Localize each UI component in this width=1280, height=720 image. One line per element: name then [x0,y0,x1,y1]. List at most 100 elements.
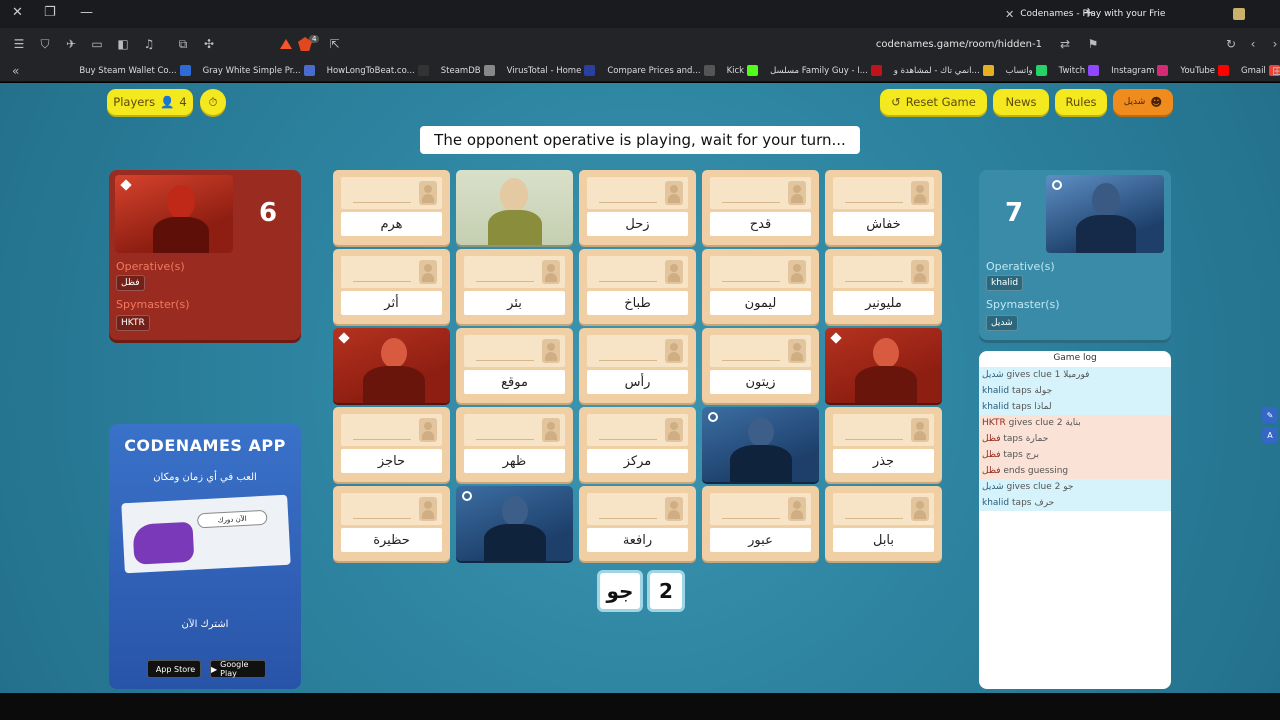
bookmark-item[interactable]: YouTube [1180,65,1229,76]
word-card[interactable]: حاجز [333,407,450,482]
word-card[interactable]: قدح [702,170,819,245]
word-card[interactable]: رافعة [579,486,696,561]
close-tab-icon[interactable]: ✕ [1005,8,1014,21]
word-card[interactable]: طباخ [579,249,696,324]
music-icon[interactable]: ♫ [142,37,156,51]
red-diamond-icon [830,332,842,344]
game-log-panel[interactable]: Game log شديل gives clue فورميلا 1 khali… [979,351,1171,689]
reload-icon[interactable]: ↻ [1224,37,1238,51]
log-who: khalid [982,402,1010,412]
word-card[interactable]: موقع [456,328,573,403]
reset-icon: ↺ [891,95,901,109]
log-entry: شديل gives clue فورميلا 1 [979,367,1171,383]
bookmark-item[interactable]: انمي تاك - لمشاهدة و... [894,65,994,76]
bookmark-item[interactable]: SteamDB [441,65,495,76]
players-button[interactable]: Players 👤 4 [107,89,193,115]
log-action: gives clue [1008,418,1054,428]
bookmark-label: Gmail [1241,65,1266,76]
word-card[interactable]: خفاش [825,170,942,245]
red-spymaster-chip[interactable]: HKTR [116,315,150,331]
log-entry: khalid taps لماذا [979,399,1171,415]
word-card[interactable]: هرم [333,170,450,245]
rules-button[interactable]: Rules [1055,89,1107,115]
forward-icon[interactable]: › [1268,37,1280,51]
active-tab[interactable]: ✕ Codenames - Play with your Frie [1005,4,1245,24]
address-bar[interactable]: 4 ⇱ codenames.game/room/hidden-1 ⇄ [272,32,1072,56]
bookmark-item[interactable]: Kick [727,65,759,76]
shield-icon[interactable]: ⛉ [38,37,52,52]
promo-cta[interactable]: اشترك الآن [109,619,301,630]
red-agent-card[interactable] [333,328,450,403]
word-card[interactable]: عبور [702,486,819,561]
blue-agent-card[interactable] [702,407,819,482]
log-detail: لماذا [1034,402,1052,412]
bookmark-item[interactable]: Twitch [1059,65,1100,76]
red-agent-card[interactable] [825,328,942,403]
brave-rewards-icon[interactable] [280,39,292,49]
translate-ext-icon[interactable]: ✎ [1262,407,1278,423]
user-menu-button[interactable]: شديل ☻ [1113,89,1173,115]
red-operative-chip[interactable]: فظل [116,275,145,291]
word-card[interactable]: أثر [333,249,450,324]
bystander-card[interactable] [456,170,573,245]
log-who: khalid [982,498,1010,508]
card-word: زيتون [710,370,811,394]
bookmark-favicon-icon [303,65,315,76]
bookmark-item[interactable]: Buy Steam Wallet Co... [79,65,191,76]
word-card[interactable]: ليمون [702,249,819,324]
bookmark-favicon-icon [1157,65,1169,76]
blue-operative-chip[interactable]: khalid [986,275,1024,291]
word-card[interactable]: زيتون [702,328,819,403]
bookmark-icon[interactable]: ⚑ [1086,37,1100,51]
word-card[interactable]: بابل [825,486,942,561]
blue-spymaster-chip[interactable]: شديل [986,315,1018,331]
promo-artwork: الآن دورك [121,494,291,574]
collapse-icon[interactable]: « [12,64,19,78]
bookmark-item[interactable]: HowLongToBeat.co... [327,65,429,76]
card-word: طباخ [587,291,688,315]
rocket-icon[interactable]: ✈ [64,37,78,51]
word-card[interactable]: مليونير [825,249,942,324]
site-settings-icon[interactable]: ⇄ [1058,37,1072,51]
bookmark-item[interactable]: واتساب [1006,65,1047,76]
blue-team-panel: 7 Operative(s) khalid Spymaster(s) شديل [979,170,1171,340]
word-card[interactable]: ظهر [456,407,573,482]
browser-titlebar: ✕ ❐ — + ✕ Codenames - Play with your Fri… [0,0,1280,28]
word-card[interactable]: زحل [579,170,696,245]
menu-icon[interactable]: ☰ [12,37,26,51]
bookmark-favicon-icon [870,65,882,76]
blue-agent-card[interactable] [456,486,573,561]
bookmark-item[interactable]: Instagram [1111,65,1169,76]
screenshot-icon[interactable]: ⧉ [176,37,190,52]
sidebar-icon[interactable]: ◧ [116,37,130,51]
timer-button[interactable]: ⏱ [200,89,226,115]
bookmark-item[interactable]: Gray White Simple Pr... [203,65,315,76]
news-button[interactable]: News [993,89,1049,115]
bookmark-item[interactable]: VirusTotal - Home [507,65,596,76]
bookmark-item[interactable]: مسلسل Family Guy - ا... [770,65,882,76]
clue-word: جو [597,570,643,612]
google-play-button[interactable]: ▶ Google Play [210,660,266,678]
word-card[interactable]: بئر [456,249,573,324]
word-card[interactable]: مركز [579,407,696,482]
share-icon[interactable]: ⇱ [327,37,341,51]
text-ext-icon[interactable]: A [1262,427,1278,443]
app-store-button[interactable]: App Store [147,660,201,678]
url-text[interactable]: codenames.game/room/hidden-1 [876,39,1042,50]
bookmark-label: VirusTotal - Home [506,65,582,76]
reset-game-button[interactable]: ↺ Reset Game [880,89,987,115]
app-promo-banner[interactable]: CODENAMES APP العب في أي زمان ومكان الآن… [109,424,301,689]
word-card[interactable]: جذر [825,407,942,482]
word-card[interactable]: حظيرة [333,486,450,561]
log-entry: فظل ends guessing [979,463,1171,479]
log-detail: جو 2 [1054,482,1074,492]
close-window-icon[interactable]: ✕ [12,5,23,20]
wallet-icon[interactable]: ▭ [90,37,104,51]
restore-window-icon[interactable]: ❐ [44,5,56,20]
back-icon[interactable]: ‹ [1246,37,1260,51]
extensions-icon[interactable]: ✣ [202,37,216,51]
bookmark-item[interactable]: Compare Prices and... [607,65,715,76]
apps-grid-icon[interactable]: ⊞ [1270,64,1280,78]
word-card[interactable]: رأس [579,328,696,403]
minimize-window-icon[interactable]: — [80,5,93,20]
